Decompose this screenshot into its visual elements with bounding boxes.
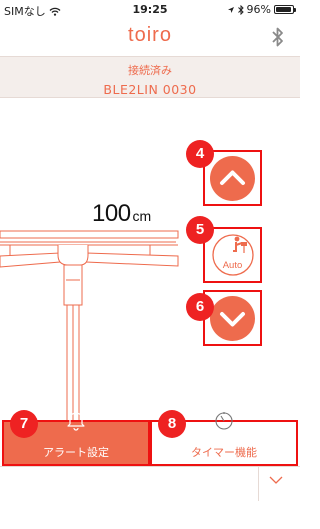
height-value: 100 bbox=[92, 200, 131, 227]
marker-6: 6 bbox=[186, 293, 214, 321]
expand-chevron-icon[interactable] bbox=[268, 475, 284, 485]
marker-4: 4 bbox=[186, 140, 214, 168]
location-arrow-icon bbox=[227, 6, 234, 13]
battery-percent: 96% bbox=[246, 3, 271, 16]
lower-desk-button[interactable] bbox=[203, 290, 262, 346]
timer-tab-label: タイマー機能 bbox=[191, 446, 257, 459]
chevron-down-icon bbox=[220, 312, 245, 327]
height-readout: 100 cm bbox=[92, 200, 151, 228]
marker-5: 5 bbox=[186, 216, 214, 244]
connection-banner: 接続済み BLE2LIN 0030 bbox=[0, 56, 300, 98]
bottom-tab-bar: アラート設定 タイマー機能 bbox=[0, 411, 300, 466]
bottom-vertical-divider bbox=[258, 466, 259, 501]
timer-icon bbox=[215, 412, 233, 430]
marker-8: 8 bbox=[158, 410, 186, 438]
bluetooth-icon[interactable] bbox=[270, 26, 286, 48]
alert-tab-label: アラート設定 bbox=[43, 446, 109, 459]
chevron-up-icon bbox=[220, 170, 245, 185]
marker-7: 7 bbox=[10, 410, 38, 438]
auto-label: Auto bbox=[222, 260, 243, 271]
bell-icon bbox=[67, 411, 85, 431]
status-right: 96% bbox=[227, 3, 296, 16]
bottom-panel bbox=[0, 466, 300, 529]
connection-status: 接続済み bbox=[128, 64, 172, 77]
app-logo: toiro bbox=[128, 24, 172, 46]
device-name: BLE2LIN 0030 bbox=[103, 82, 197, 97]
auto-person-icon bbox=[212, 234, 254, 276]
bottom-divider-line bbox=[0, 466, 300, 467]
height-unit: cm bbox=[132, 208, 152, 224]
app-header: toiro bbox=[0, 20, 300, 56]
bluetooth-status-icon bbox=[237, 4, 244, 15]
status-bar: SIMなし 19:25 96% bbox=[0, 0, 300, 20]
battery-icon bbox=[274, 5, 296, 14]
